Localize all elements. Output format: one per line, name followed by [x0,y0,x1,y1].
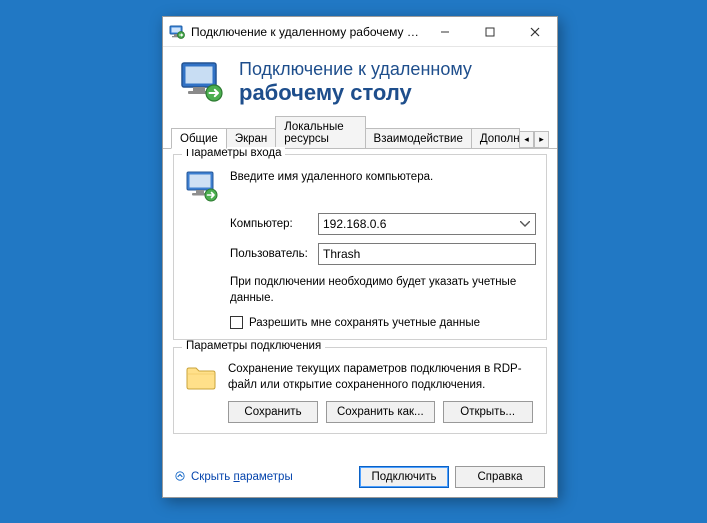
connect-button[interactable]: Подключить [359,466,449,488]
conn-description-row: Сохранение текущих параметров подключени… [184,362,536,393]
save-credentials-checkbox[interactable] [230,316,243,329]
conn-group-legend: Параметры подключения [182,340,325,352]
credentials-hint: При подключении необходимо будет указать… [230,275,536,306]
titlebar: Подключение к удаленному рабочему с... [163,17,557,47]
heading-line1: Подключение к удаленному [239,59,472,80]
dialog-heading: Подключение к удаленному рабочему столу [239,59,472,105]
user-field[interactable] [318,243,536,265]
login-parameters-group: Параметры входа Введите имя удаленного к… [173,154,547,340]
maximize-button[interactable] [467,17,512,46]
login-instruction-row: Введите имя удаленного компьютера. [184,169,536,205]
tab-experience[interactable]: Взаимодействие [365,128,472,148]
tab-scroll-right[interactable]: ▸ [534,131,549,148]
user-label: Пользователь: [230,248,310,260]
tab-scroll-left[interactable]: ◂ [519,131,534,148]
hide-parameters-link[interactable]: Скрыть параметры [191,471,293,483]
computer-field[interactable]: 192.168.0.6 [318,213,536,235]
save-credentials-row: Разрешить мне сохранять учетные данные [230,316,536,329]
connection-parameters-group: Параметры подключения Сохранение текущих… [173,347,547,434]
close-button[interactable] [512,17,557,46]
collapse-icon[interactable] [175,470,185,484]
window-buttons [422,17,557,46]
save-as-button[interactable]: Сохранить как... [326,401,435,423]
minimize-button[interactable] [422,17,467,46]
window-title: Подключение к удаленному рабочему с... [191,25,422,39]
tab-advanced[interactable]: Дополни [471,128,520,148]
conn-description: Сохранение текущих параметров подключени… [228,362,536,393]
rdc-dialog-window: Подключение к удаленному рабочему с... [162,16,558,498]
computer-icon [184,169,220,205]
open-button[interactable]: Открыть... [443,401,533,423]
login-instruction: Введите имя удаленного компьютера. [230,169,433,205]
heading-line2: рабочему столу [239,80,472,105]
save-credentials-label: Разрешить мне сохранять учетные данные [249,317,480,329]
computer-label: Компьютер: [230,218,310,230]
tab-display[interactable]: Экран [226,128,276,148]
app-icon [169,24,185,40]
computer-row: Компьютер: 192.168.0.6 [184,213,536,235]
folder-icon [184,362,218,392]
save-button[interactable]: Сохранить [228,401,318,423]
dialog-header: Подключение к удаленному рабочему столу [163,47,557,123]
tab-strip: Общие Экран Локальные ресурсы Взаимодейс… [163,123,557,149]
help-button[interactable]: Справка [455,466,545,488]
tab-general[interactable]: Общие [171,128,227,149]
conn-buttons-row: Сохранить Сохранить как... Открыть... [228,401,536,423]
tab-local-resources[interactable]: Локальные ресурсы [275,116,365,148]
tab-content: Параметры входа Введите имя удаленного к… [163,149,557,457]
user-row: Пользователь: [184,243,536,265]
rdc-icon [179,59,225,105]
dialog-footer: Скрыть параметры Подключить Справка [163,457,557,497]
tab-scroll-group: ◂ ▸ [519,131,549,148]
